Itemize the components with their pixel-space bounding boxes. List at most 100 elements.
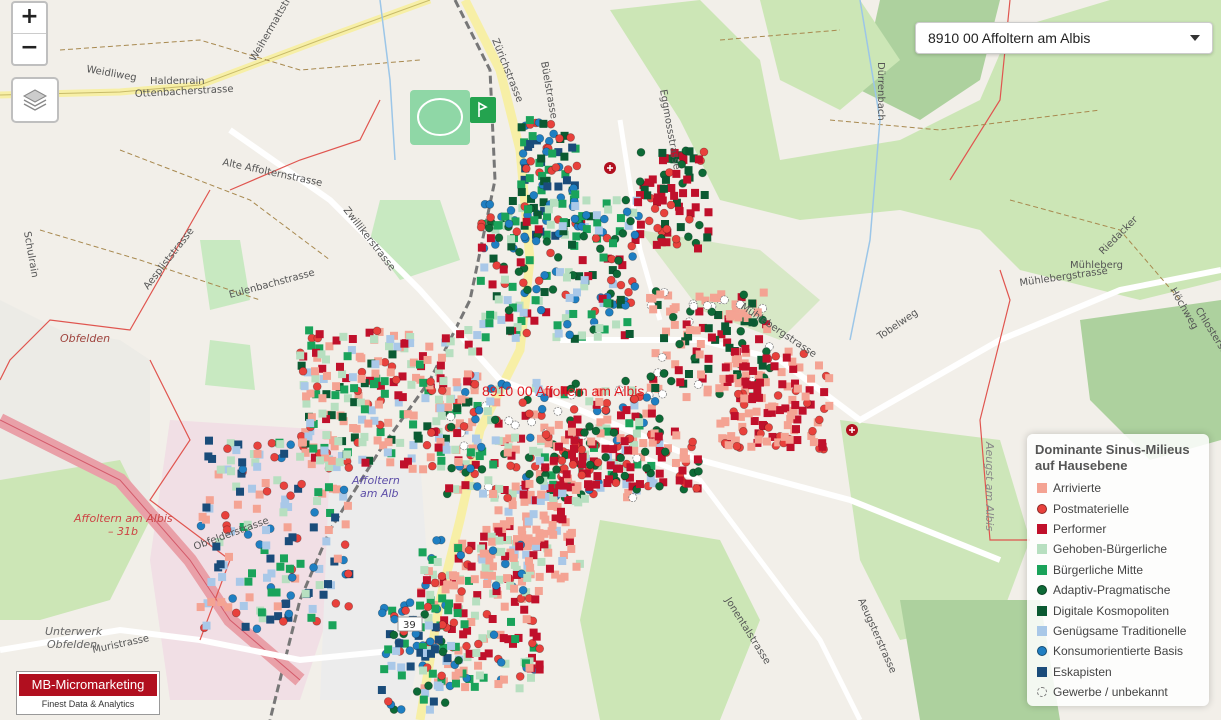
house-point[interactable] bbox=[442, 445, 451, 454]
house-point[interactable] bbox=[445, 484, 454, 493]
house-point[interactable] bbox=[445, 599, 454, 608]
house-point[interactable] bbox=[471, 414, 480, 424]
house-point[interactable] bbox=[601, 452, 611, 462]
house-point[interactable] bbox=[704, 324, 713, 333]
house-point[interactable] bbox=[601, 405, 611, 415]
house-point[interactable] bbox=[383, 697, 393, 706]
house-point[interactable] bbox=[287, 573, 297, 582]
house-point[interactable] bbox=[370, 335, 379, 344]
house-point[interactable] bbox=[661, 175, 670, 184]
house-point[interactable] bbox=[640, 447, 650, 457]
house-point[interactable] bbox=[331, 391, 340, 400]
house-point[interactable] bbox=[548, 149, 557, 158]
house-point[interactable] bbox=[267, 438, 277, 448]
house-point[interactable] bbox=[606, 461, 615, 470]
house-point[interactable] bbox=[666, 200, 676, 210]
house-point[interactable] bbox=[436, 361, 445, 370]
house-point[interactable] bbox=[571, 190, 580, 199]
house-point[interactable] bbox=[622, 207, 632, 217]
house-point[interactable] bbox=[308, 604, 317, 613]
house-point[interactable] bbox=[508, 501, 517, 510]
house-point[interactable] bbox=[660, 447, 670, 457]
house-point[interactable] bbox=[405, 598, 415, 607]
house-point[interactable] bbox=[226, 456, 235, 465]
house-point[interactable] bbox=[425, 637, 435, 646]
house-point[interactable] bbox=[196, 603, 205, 612]
house-point[interactable] bbox=[679, 189, 688, 198]
house-point[interactable] bbox=[530, 316, 539, 325]
house-point[interactable] bbox=[814, 415, 824, 425]
house-point[interactable] bbox=[401, 606, 410, 615]
house-point[interactable] bbox=[418, 548, 427, 557]
house-point[interactable] bbox=[554, 442, 563, 451]
house-point[interactable] bbox=[515, 672, 525, 681]
house-point[interactable] bbox=[599, 253, 608, 262]
house-point[interactable] bbox=[463, 370, 472, 379]
zoom-in-button[interactable]: + bbox=[13, 3, 46, 33]
house-point[interactable] bbox=[422, 576, 431, 585]
house-point[interactable] bbox=[547, 502, 556, 511]
house-point[interactable] bbox=[494, 233, 504, 243]
house-point[interactable] bbox=[449, 618, 459, 628]
house-point[interactable] bbox=[783, 421, 792, 430]
house-point[interactable] bbox=[339, 485, 349, 495]
house-point[interactable] bbox=[707, 333, 716, 342]
house-point[interactable] bbox=[505, 517, 514, 526]
house-point[interactable] bbox=[319, 590, 328, 599]
house-point[interactable] bbox=[428, 669, 437, 678]
house-point[interactable] bbox=[755, 378, 764, 387]
house-point[interactable] bbox=[525, 116, 534, 125]
house-point[interactable] bbox=[476, 222, 486, 232]
house-point[interactable] bbox=[448, 571, 457, 580]
house-point[interactable] bbox=[322, 431, 331, 440]
house-point[interactable] bbox=[612, 196, 621, 205]
house-point[interactable] bbox=[488, 614, 497, 623]
house-point[interactable] bbox=[503, 574, 512, 583]
house-point[interactable] bbox=[331, 513, 340, 522]
house-point[interactable] bbox=[508, 282, 517, 291]
house-point[interactable] bbox=[433, 558, 442, 567]
house-point[interactable] bbox=[416, 601, 425, 610]
house-point[interactable] bbox=[218, 573, 227, 582]
house-point[interactable] bbox=[384, 438, 393, 447]
house-point[interactable] bbox=[332, 336, 341, 345]
house-point[interactable] bbox=[530, 216, 539, 225]
house-point[interactable] bbox=[749, 366, 758, 375]
house-point[interactable] bbox=[684, 479, 693, 488]
house-point[interactable] bbox=[632, 429, 641, 438]
house-point[interactable] bbox=[408, 464, 417, 473]
house-point[interactable] bbox=[338, 370, 347, 379]
house-point[interactable] bbox=[430, 578, 440, 588]
house-point[interactable] bbox=[426, 377, 435, 387]
house-point[interactable] bbox=[335, 458, 344, 467]
house-point[interactable] bbox=[736, 326, 746, 336]
house-point[interactable] bbox=[296, 351, 305, 360]
house-point[interactable] bbox=[535, 134, 545, 143]
house-point[interactable] bbox=[454, 544, 463, 553]
house-point[interactable] bbox=[808, 426, 817, 436]
house-point[interactable] bbox=[606, 275, 616, 285]
house-point[interactable] bbox=[715, 384, 724, 393]
house-point[interactable] bbox=[322, 371, 331, 380]
house-point[interactable] bbox=[425, 705, 434, 714]
house-point[interactable] bbox=[539, 119, 548, 128]
house-point[interactable] bbox=[494, 295, 503, 304]
house-point[interactable] bbox=[507, 242, 516, 251]
house-point[interactable] bbox=[525, 433, 535, 443]
house-point[interactable] bbox=[627, 241, 637, 251]
house-point[interactable] bbox=[332, 485, 341, 494]
house-point[interactable] bbox=[472, 597, 481, 606]
house-point[interactable] bbox=[825, 374, 834, 383]
house-point[interactable] bbox=[371, 369, 380, 378]
house-point[interactable] bbox=[546, 220, 555, 229]
house-point[interactable] bbox=[557, 456, 567, 465]
house-point[interactable] bbox=[392, 646, 401, 655]
house-point[interactable] bbox=[296, 559, 305, 568]
house-point[interactable] bbox=[273, 476, 282, 485]
house-point[interactable] bbox=[486, 310, 495, 319]
house-point[interactable] bbox=[670, 191, 679, 200]
house-point[interactable] bbox=[626, 216, 635, 226]
house-point[interactable] bbox=[451, 445, 460, 454]
house-point[interactable] bbox=[515, 542, 524, 551]
house-point[interactable] bbox=[623, 318, 632, 327]
